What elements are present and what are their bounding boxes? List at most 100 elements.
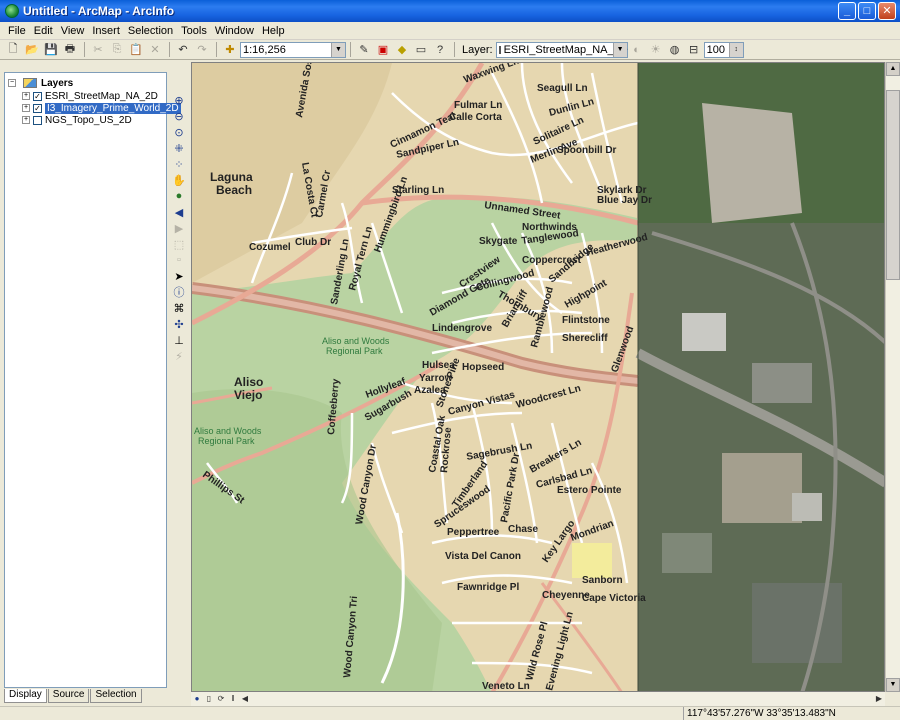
print-icon[interactable]: 🖶 [61, 41, 79, 59]
go-to-xy-icon[interactable]: ✣ [170, 316, 188, 332]
toc-layer-row[interactable]: + ✓ I3_Imagery_Prime_World_2D [22, 102, 181, 114]
brightness-icon[interactable]: ☀ [647, 41, 665, 59]
identify-icon[interactable]: ⓘ [170, 284, 188, 300]
scroll-right-icon[interactable]: ▶ [873, 693, 885, 705]
imagery-graded-lot [702, 103, 802, 223]
copy-icon[interactable]: ⎘ [108, 41, 126, 59]
menu-bar: File Edit View Insert Selection Tools Wi… [0, 22, 900, 40]
toc-layer-label: NGS_Topo_US_2D [45, 114, 132, 126]
menu-view[interactable]: View [57, 25, 89, 37]
spinner-icon[interactable]: ↕ [728, 42, 743, 57]
measure-icon[interactable]: ⊥ [170, 332, 188, 348]
clear-selection-icon[interactable]: ▫ [170, 252, 188, 268]
place-label-laguna: Laguna [210, 170, 253, 184]
forward-arrow-icon[interactable]: ▶ [170, 220, 188, 236]
cut-icon[interactable]: ✂ [89, 41, 107, 59]
save-icon[interactable]: 💾 [42, 41, 60, 59]
map-canvas[interactable]: Laguna Beach Aliso Viejo Aliso and Woods… [192, 63, 885, 692]
toc-root-row[interactable]: − Layers [8, 77, 73, 89]
editor-toolbar-icon[interactable]: ✎ [355, 41, 373, 59]
scroll-up-icon[interactable]: ▲ [886, 62, 900, 76]
map-horizontal-scrollbar[interactable]: ● ▯ ⟳ ‖ ◀ ▶ [191, 692, 885, 706]
transparency-spinner[interactable]: 100 ↕ [703, 41, 744, 58]
pause-drawing-icon[interactable]: ‖ [227, 693, 239, 705]
fixed-zoom-in-icon[interactable]: ⁜ [170, 140, 188, 156]
contrast-icon[interactable]: ◐ [628, 41, 646, 59]
toc-layer-label: ESRI_StreetMap_NA_2D [45, 90, 158, 102]
zoom-box-icon[interactable]: ⊙ [170, 124, 188, 140]
open-folder-icon[interactable]: 📂 [23, 41, 41, 59]
hyperlink-icon[interactable]: ⚡ [170, 348, 188, 364]
expand-icon[interactable]: + [22, 104, 30, 112]
transparency-icon[interactable]: ◍ [666, 41, 684, 59]
scroll-thumb[interactable] [886, 90, 900, 280]
status-bar: 117°43'57.276"W 33°35'13.483"N [0, 706, 900, 720]
layer-visibility-checkbox[interactable] [33, 115, 42, 125]
imagery-block [662, 533, 712, 573]
menu-selection[interactable]: Selection [124, 25, 177, 37]
tab-selection[interactable]: Selection [90, 689, 142, 703]
street-label: Peppertree [447, 527, 500, 538]
zoom-in-icon[interactable]: ⊕ [170, 92, 188, 108]
street-label: Skygate [479, 236, 518, 247]
menu-tools[interactable]: Tools [177, 25, 211, 37]
delete-icon[interactable]: ✕ [146, 41, 164, 59]
whats-this-icon[interactable]: ? [431, 41, 449, 59]
layer-visibility-checkbox[interactable]: ✓ [33, 91, 42, 101]
map-view[interactable]: Laguna Beach Aliso Viejo Aliso and Woods… [191, 62, 885, 692]
new-document-icon[interactable]: 🗋 [4, 41, 22, 59]
street-label: Calle Corta [449, 112, 502, 123]
expand-icon[interactable]: + [22, 92, 30, 100]
layout-view-icon[interactable]: ▯ [203, 693, 215, 705]
find-binoculars-icon[interactable]: ⌘ [170, 300, 188, 316]
menu-file[interactable]: File [4, 25, 30, 37]
swipe-icon[interactable]: ⊟ [685, 41, 703, 59]
minimize-button[interactable]: _ [838, 2, 856, 20]
expand-icon[interactable]: + [22, 116, 30, 124]
maximize-button[interactable]: □ [858, 2, 876, 20]
back-arrow-icon[interactable]: ◀ [170, 204, 188, 220]
pan-hand-icon[interactable]: ✋ [170, 172, 188, 188]
tab-display[interactable]: Display [4, 689, 47, 703]
select-features-icon[interactable]: ⬚ [170, 236, 188, 252]
layer-visibility-checkbox[interactable]: ✓ [33, 103, 42, 113]
full-extent-globe-icon[interactable]: ● [170, 188, 188, 204]
command-line-icon[interactable]: ▭ [412, 41, 430, 59]
effects-layer-combo[interactable]: ESRI_StreetMap_NA_2D ▼ [495, 41, 628, 58]
place-label-viejo: Viejo [234, 388, 262, 402]
standard-toolbar: 🗋 📂 💾 🖶 ✂ ⎘ 📋 ✕ ↶ ↷ ✚ 1:16,256 ▼ ✎ ▣ ◆ ▭… [0, 40, 900, 60]
data-view-icon[interactable]: ● [191, 693, 203, 705]
imagery-graded-lot [722, 453, 802, 523]
collapse-icon[interactable]: − [8, 79, 16, 87]
zoom-out-icon[interactable]: ⊖ [170, 108, 188, 124]
menu-edit[interactable]: Edit [30, 25, 57, 37]
street-label: Estero Pointe [557, 485, 622, 496]
imagery-building [792, 493, 822, 521]
menu-help[interactable]: Help [258, 25, 289, 37]
window-title: Untitled - ArcMap - ArcInfo [23, 4, 175, 18]
chevron-down-icon[interactable]: ▼ [612, 42, 627, 57]
scroll-left-icon[interactable]: ◀ [239, 693, 251, 705]
title-bar: Untitled - ArcMap - ArcInfo _ □ ✕ [0, 0, 900, 22]
toc-layer-row[interactable]: + NGS_Topo_US_2D [22, 114, 132, 126]
map-vertical-scrollbar[interactable]: ▲ ▼ [885, 62, 900, 692]
tab-source[interactable]: Source [47, 689, 90, 703]
close-button[interactable]: ✕ [878, 2, 896, 20]
select-elements-icon[interactable]: ➤ [170, 268, 188, 284]
chevron-down-icon[interactable]: ▼ [331, 42, 345, 57]
arctoolbox-icon[interactable]: ▣ [374, 41, 392, 59]
refresh-icon[interactable]: ⟳ [215, 693, 227, 705]
arccatalog-icon[interactable]: ◆ [393, 41, 411, 59]
fixed-zoom-out-icon[interactable]: ⁘ [170, 156, 188, 172]
map-scale-combo[interactable]: 1:16,256 ▼ [240, 41, 346, 58]
menu-window[interactable]: Window [211, 25, 258, 37]
park-label: Regional Park [198, 436, 255, 446]
paste-icon[interactable]: 📋 [127, 41, 145, 59]
toc-layer-row[interactable]: + ✓ ESRI_StreetMap_NA_2D [22, 90, 158, 102]
undo-icon[interactable]: ↶ [174, 41, 192, 59]
street-label: Fulmar Ln [454, 100, 502, 111]
scroll-down-icon[interactable]: ▼ [886, 678, 900, 692]
add-data-icon[interactable]: ✚ [221, 41, 239, 59]
redo-icon[interactable]: ↷ [193, 41, 211, 59]
menu-insert[interactable]: Insert [88, 25, 124, 37]
